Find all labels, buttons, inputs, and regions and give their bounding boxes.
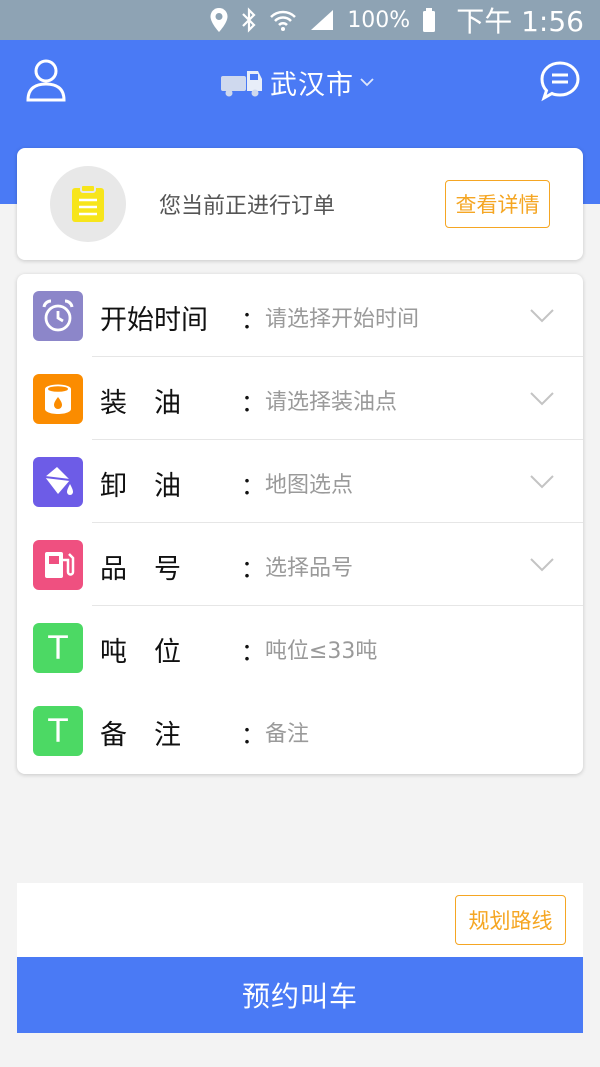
oil-barrel-icon xyxy=(33,374,83,424)
remark-input[interactable]: 备注 xyxy=(265,716,309,748)
field-colon: ： xyxy=(241,721,265,749)
tonnage-label: 吨 位 xyxy=(100,637,181,668)
fuel-pump-icon xyxy=(33,540,83,590)
plan-route-button[interactable]: 规划路线 xyxy=(455,895,566,945)
wifi-icon xyxy=(269,8,297,32)
form-row-grade[interactable]: 品 号 ： 选择品号 xyxy=(17,523,583,606)
form-row-tonnage[interactable]: T 吨 位 ： 吨位≤33吨 xyxy=(17,606,583,689)
clipboard-icon xyxy=(72,184,104,222)
start-time-value: 请选择开始时间 xyxy=(265,307,420,332)
clock-time: 下午 1:56 xyxy=(456,5,584,38)
grade-value: 选择品号 xyxy=(265,556,354,581)
book-vehicle-button[interactable]: 预约叫车 xyxy=(17,957,583,1033)
chevron-down-icon xyxy=(530,392,554,406)
city-selector[interactable]: 武汉市 xyxy=(220,62,374,102)
t-letter-icon: T xyxy=(33,623,83,673)
order-status-text: 您当前正进行订单 xyxy=(159,194,336,219)
grade-label: 品 号 xyxy=(100,554,181,585)
location-icon xyxy=(209,7,229,33)
battery-icon xyxy=(422,7,436,33)
field-colon: ： xyxy=(241,472,265,500)
signal-icon xyxy=(309,8,335,32)
field-colon: ： xyxy=(241,555,265,583)
current-order-card: 您当前正进行订单 查看详情 xyxy=(17,148,583,260)
message-icon[interactable] xyxy=(539,60,581,102)
view-details-button[interactable]: 查看详情 xyxy=(445,180,550,228)
load-oil-label: 装 油 xyxy=(100,388,181,419)
form-row-unload-oil[interactable]: 卸 油 ： 地图选点 xyxy=(17,440,583,523)
unload-oil-value: 地图选点 xyxy=(265,473,354,498)
city-name: 武汉市 xyxy=(270,69,354,101)
field-colon: ： xyxy=(241,389,265,417)
form-row-load-oil[interactable]: 装 油 ： 请选择装油点 xyxy=(17,357,583,440)
unload-oil-label: 卸 油 xyxy=(100,471,181,502)
chevron-down-icon xyxy=(360,78,374,87)
tonnage-input[interactable]: 吨位≤33吨 xyxy=(265,633,377,665)
chevron-down-icon xyxy=(530,558,554,572)
user-icon[interactable] xyxy=(26,58,66,102)
bluetooth-icon xyxy=(241,7,257,33)
route-panel: 规划路线 xyxy=(17,883,583,957)
chevron-down-icon xyxy=(530,309,554,323)
battery-percent: 100% xyxy=(347,7,411,33)
form-row-remark[interactable]: T 备 注 ： 备注 xyxy=(17,689,583,772)
truck-icon xyxy=(221,71,262,97)
t-letter-icon: T xyxy=(33,706,83,756)
order-icon-circle xyxy=(50,166,126,242)
status-bar: 100% 下午 1:56 xyxy=(0,0,600,40)
order-form-card: 开始时间 ： 请选择开始时间 装 油 ： 请选择装油点 卸 油 ： 地图选点 品… xyxy=(17,274,583,774)
load-oil-value: 请选择装油点 xyxy=(265,390,398,415)
field-colon: ： xyxy=(241,306,265,334)
chevron-down-icon xyxy=(530,475,554,489)
alarm-clock-icon xyxy=(33,291,83,341)
field-colon: ： xyxy=(241,638,265,666)
paint-bucket-icon xyxy=(33,457,83,507)
form-row-start-time[interactable]: 开始时间 ： 请选择开始时间 xyxy=(17,274,583,357)
start-time-label: 开始时间 xyxy=(100,305,208,336)
remark-label: 备 注 xyxy=(100,720,181,751)
